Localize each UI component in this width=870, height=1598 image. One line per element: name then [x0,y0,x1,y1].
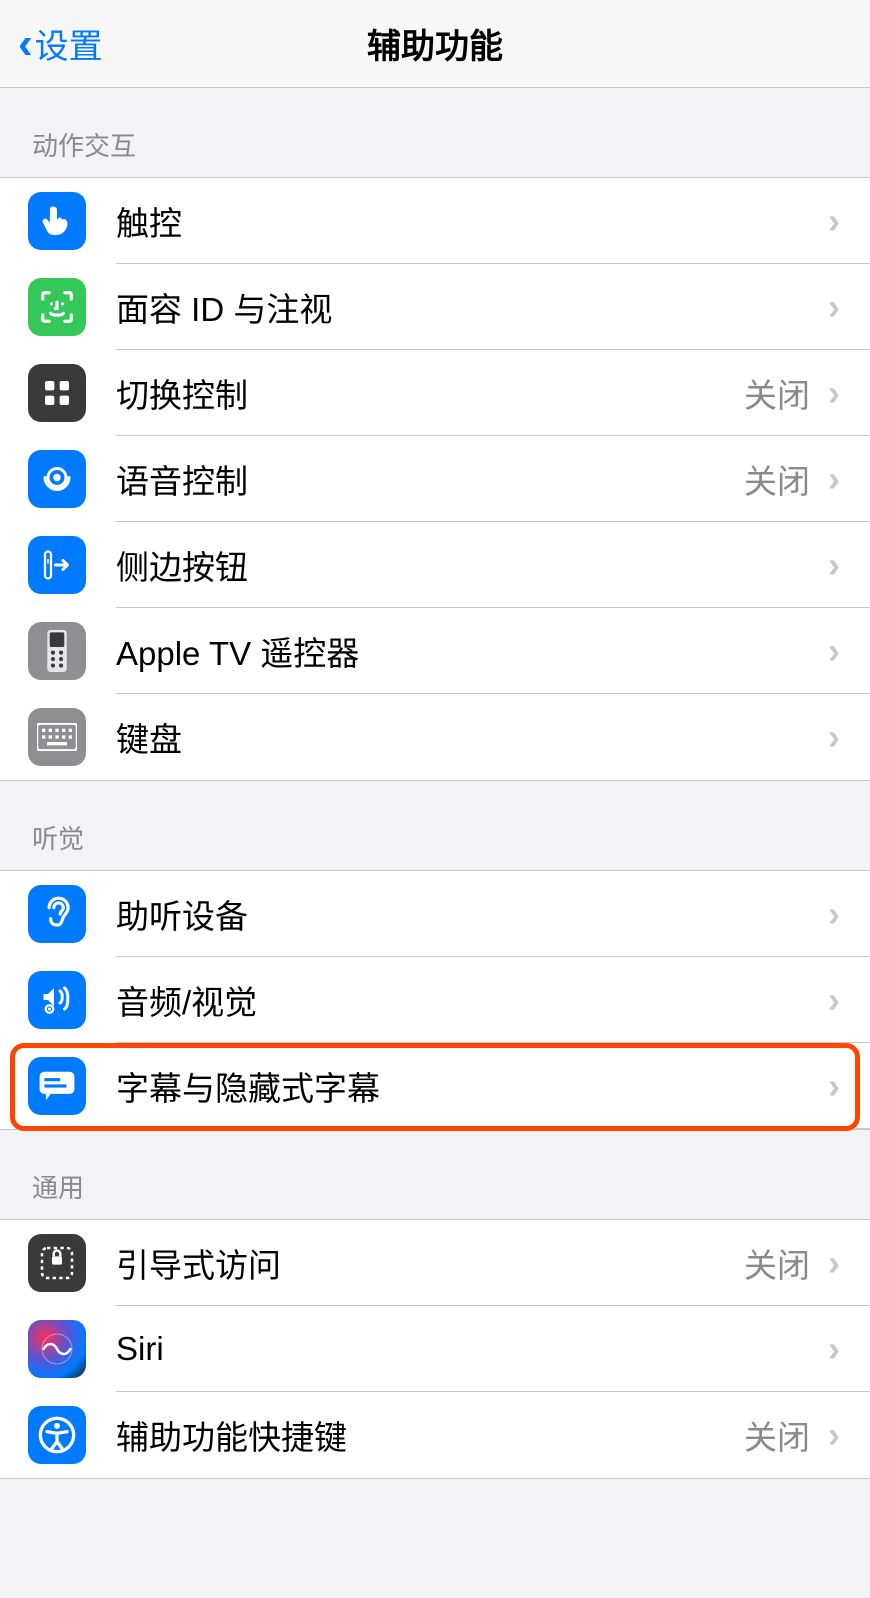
chevron-right-icon: › [828,979,840,1021]
chevron-right-icon: › [828,286,840,328]
chevron-right-icon: › [828,630,840,672]
row-audio-visual[interactable]: 音频/视觉 › [0,957,870,1043]
row-value: 关闭 [744,455,810,503]
chevron-right-icon: › [828,1065,840,1107]
chevron-right-icon: › [828,1414,840,1456]
row-label: 助听设备 [116,890,828,938]
row-label: 语音控制 [116,455,744,503]
row-touch[interactable]: 触控 › [0,178,870,264]
row-label: 切换控制 [116,369,744,417]
chevron-right-icon: › [828,372,840,414]
row-voice-control[interactable]: 语音控制 关闭 › [0,436,870,522]
touch-icon [28,192,86,250]
back-label: 设置 [35,19,103,68]
row-guided-access[interactable]: 引导式访问 关闭 › [0,1220,870,1306]
page-title: 辅助功能 [367,19,503,68]
section-header-hearing: 听觉 [0,781,870,870]
audio-visual-icon [28,971,86,1029]
back-button[interactable]: ‹ 设置 [18,19,103,68]
chevron-left-icon: ‹ [18,22,33,66]
list-general: 引导式访问 关闭 › Siri › 辅助功能快捷键 关闭 › [0,1219,870,1479]
row-value: 关闭 [744,1411,810,1459]
accessibility-icon [28,1406,86,1464]
ear-icon [28,885,86,943]
list-physical: 触控 › 面容 ID 与注视 › 切换控制 关闭 › 语音控制 关闭 › 侧边按… [0,177,870,781]
row-label: 引导式访问 [116,1239,744,1287]
row-hearing-devices[interactable]: 助听设备 › [0,871,870,957]
row-apple-tv-remote[interactable]: Apple TV 遥控器 › [0,608,870,694]
faceid-icon [28,278,86,336]
row-label: 辅助功能快捷键 [116,1411,744,1459]
side-button-icon [28,536,86,594]
row-accessibility-shortcut[interactable]: 辅助功能快捷键 关闭 › [0,1392,870,1478]
row-label: Siri [116,1330,828,1368]
voice-control-icon [28,450,86,508]
row-label: Apple TV 遥控器 [116,627,828,675]
row-siri[interactable]: Siri › [0,1306,870,1392]
list-hearing: 助听设备 › 音频/视觉 › 字幕与隐藏式字幕 › [0,870,870,1130]
row-value: 关闭 [744,369,810,417]
section-header-physical: 动作交互 [0,88,870,177]
guided-access-icon [28,1234,86,1292]
section-header-general: 通用 [0,1130,870,1219]
chevron-right-icon: › [828,200,840,242]
row-faceid[interactable]: 面容 ID 与注视 › [0,264,870,350]
row-label: 键盘 [116,713,828,761]
keyboard-icon [28,708,86,766]
chevron-right-icon: › [828,716,840,758]
row-label: 侧边按钮 [116,541,828,589]
row-keyboard[interactable]: 键盘 › [0,694,870,780]
row-label: 音频/视觉 [116,976,828,1024]
row-switch-control[interactable]: 切换控制 关闭 › [0,350,870,436]
subtitles-icon [28,1057,86,1115]
chevron-right-icon: › [828,1242,840,1284]
tv-remote-icon [28,622,86,680]
siri-icon [28,1320,86,1378]
row-label: 触控 [116,197,828,245]
row-value: 关闭 [744,1239,810,1287]
row-side-button[interactable]: 侧边按钮 › [0,522,870,608]
chevron-right-icon: › [828,458,840,500]
row-subtitles[interactable]: 字幕与隐藏式字幕 › [0,1043,870,1129]
switch-control-icon [28,364,86,422]
nav-header: ‹ 设置 辅助功能 [0,0,870,88]
row-label: 面容 ID 与注视 [116,283,828,331]
chevron-right-icon: › [828,544,840,586]
row-label: 字幕与隐藏式字幕 [116,1062,828,1110]
chevron-right-icon: › [828,1328,840,1370]
chevron-right-icon: › [828,893,840,935]
